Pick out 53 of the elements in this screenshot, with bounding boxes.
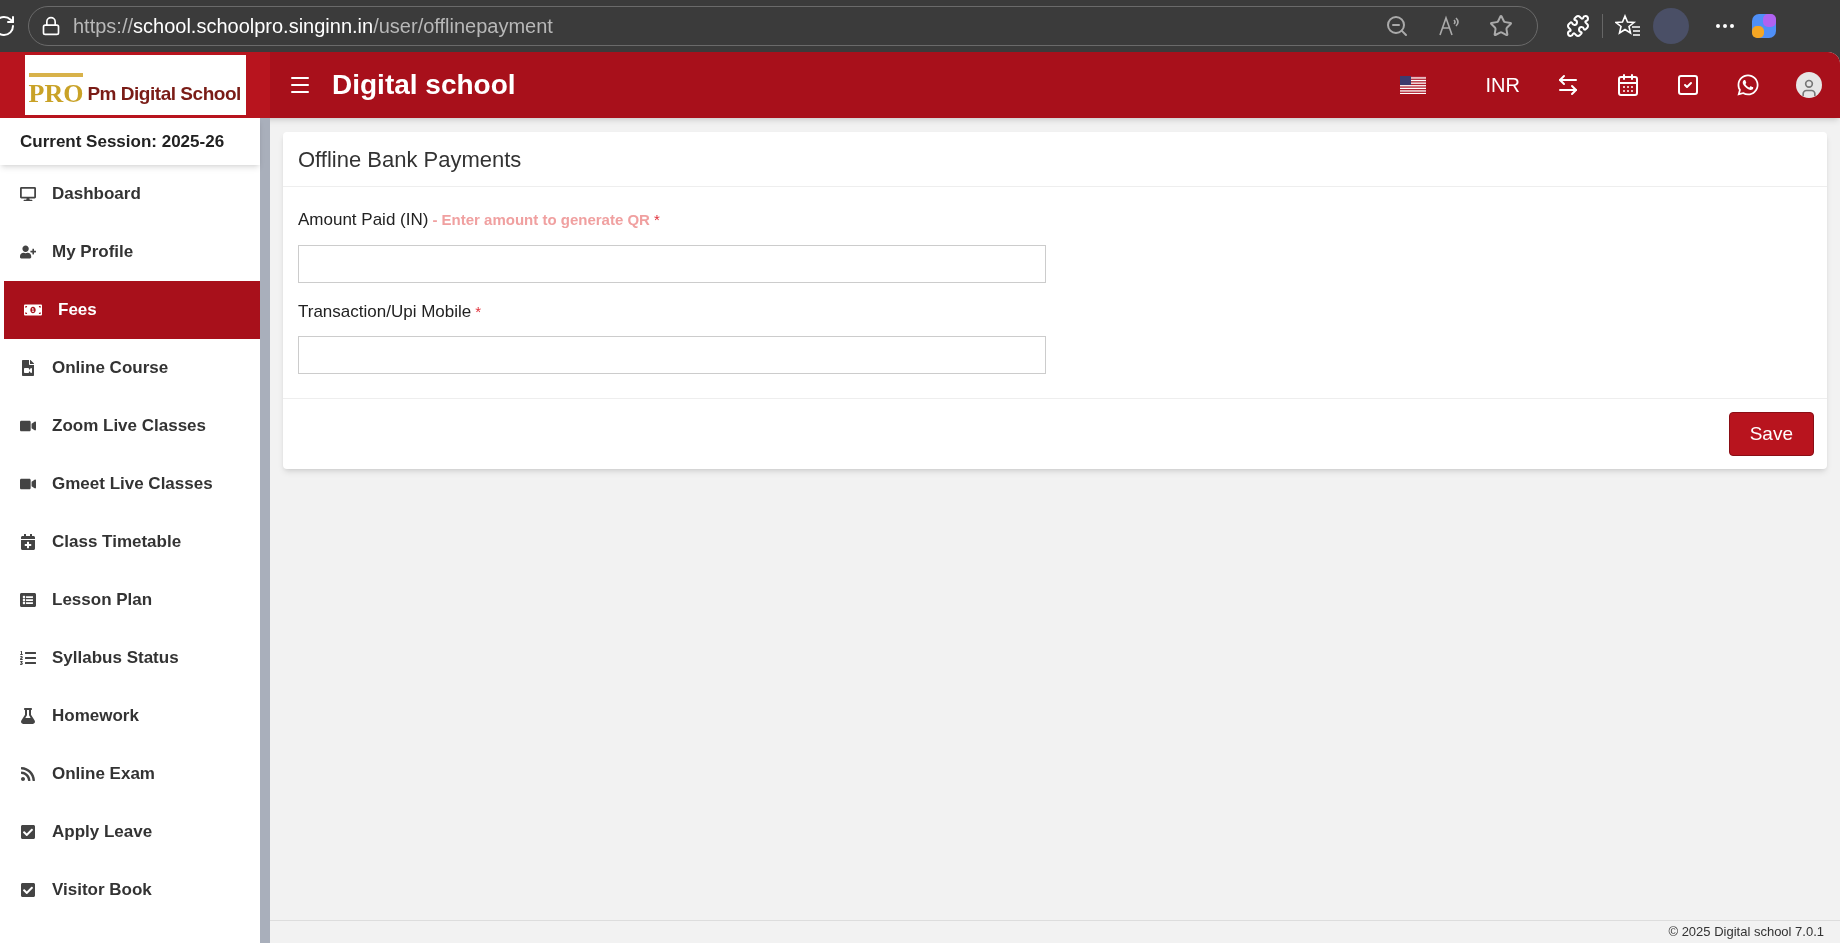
required-mark: * bbox=[653, 210, 660, 230]
input-field[interactable] bbox=[298, 336, 1046, 374]
sidebar-item[interactable]: Apply Leave bbox=[0, 803, 260, 861]
card-title: Offline Bank Payments bbox=[283, 132, 1827, 187]
checkbox-icon bbox=[20, 882, 36, 898]
numbered-list-icon bbox=[20, 650, 36, 666]
sidebar-item[interactable]: Online Course bbox=[0, 339, 260, 397]
field-hint: - Enter amount to generate QR bbox=[432, 210, 650, 230]
zoom-out-icon[interactable] bbox=[1385, 14, 1409, 38]
read-aloud-icon[interactable] bbox=[1437, 14, 1461, 38]
sidebar-item[interactable]: Homework bbox=[0, 687, 260, 745]
currency-selector[interactable]: INR bbox=[1485, 70, 1520, 100]
session-label: Current Session: 2025-26 bbox=[0, 118, 260, 165]
flag-icon[interactable] bbox=[1399, 76, 1426, 94]
video-camera-icon bbox=[20, 418, 36, 434]
field-label: Amount Paid (IN) bbox=[298, 209, 429, 231]
favorites-icon[interactable] bbox=[1615, 14, 1641, 38]
sidebar-item[interactable]: Fees bbox=[4, 281, 260, 339]
user-plus-icon bbox=[20, 244, 36, 260]
sidebar-item[interactable]: Online Exam bbox=[0, 745, 260, 803]
rss-icon bbox=[20, 766, 36, 782]
copilot-icon[interactable] bbox=[1749, 11, 1779, 41]
sidebar-item[interactable]: My Profile bbox=[0, 223, 260, 281]
flask-icon bbox=[20, 708, 36, 724]
sidebar-item[interactable]: Dashboard bbox=[0, 165, 260, 223]
switch-icon[interactable] bbox=[1556, 73, 1580, 97]
list-icon bbox=[20, 592, 36, 608]
app-title: Digital school bbox=[332, 68, 516, 102]
calendar-plus-icon bbox=[20, 534, 36, 550]
required-mark: * bbox=[475, 301, 482, 322]
logo-badge: PRO bbox=[28, 73, 84, 107]
sidebar-item[interactable]: Class Timetable bbox=[0, 513, 260, 571]
task-check-icon[interactable] bbox=[1676, 73, 1700, 97]
input-field[interactable] bbox=[298, 244, 1046, 283]
extensions-icon[interactable] bbox=[1566, 14, 1590, 38]
logo-name: Pm Digital School bbox=[87, 84, 241, 103]
whatsapp-icon[interactable] bbox=[1736, 73, 1760, 97]
sidebar-item[interactable]: Syllabus Status bbox=[0, 629, 260, 687]
user-avatar[interactable] bbox=[1796, 72, 1822, 98]
calendar-icon[interactable] bbox=[1616, 73, 1640, 97]
save-button[interactable]: Save bbox=[1728, 412, 1814, 456]
field-label: Transaction/Upi Mobile bbox=[298, 300, 472, 323]
url-text: https://school.schoolpro.singinn.in/user/offlinepayment bbox=[73, 14, 553, 39]
sidebar-item[interactable]: Visitor Book bbox=[0, 861, 260, 919]
sidebar-item[interactable]: Zoom Live Classes bbox=[0, 397, 260, 455]
favorite-star-icon[interactable] bbox=[1489, 14, 1513, 38]
monitor-icon bbox=[20, 186, 36, 202]
checkbox-icon bbox=[20, 824, 36, 840]
lock-icon bbox=[41, 16, 61, 36]
sidebar-item[interactable]: Gmeet Live Classes bbox=[0, 455, 260, 513]
sidebar-item[interactable]: Lesson Plan bbox=[0, 571, 260, 629]
video-camera-icon bbox=[20, 476, 36, 492]
video-file-icon bbox=[20, 360, 36, 376]
